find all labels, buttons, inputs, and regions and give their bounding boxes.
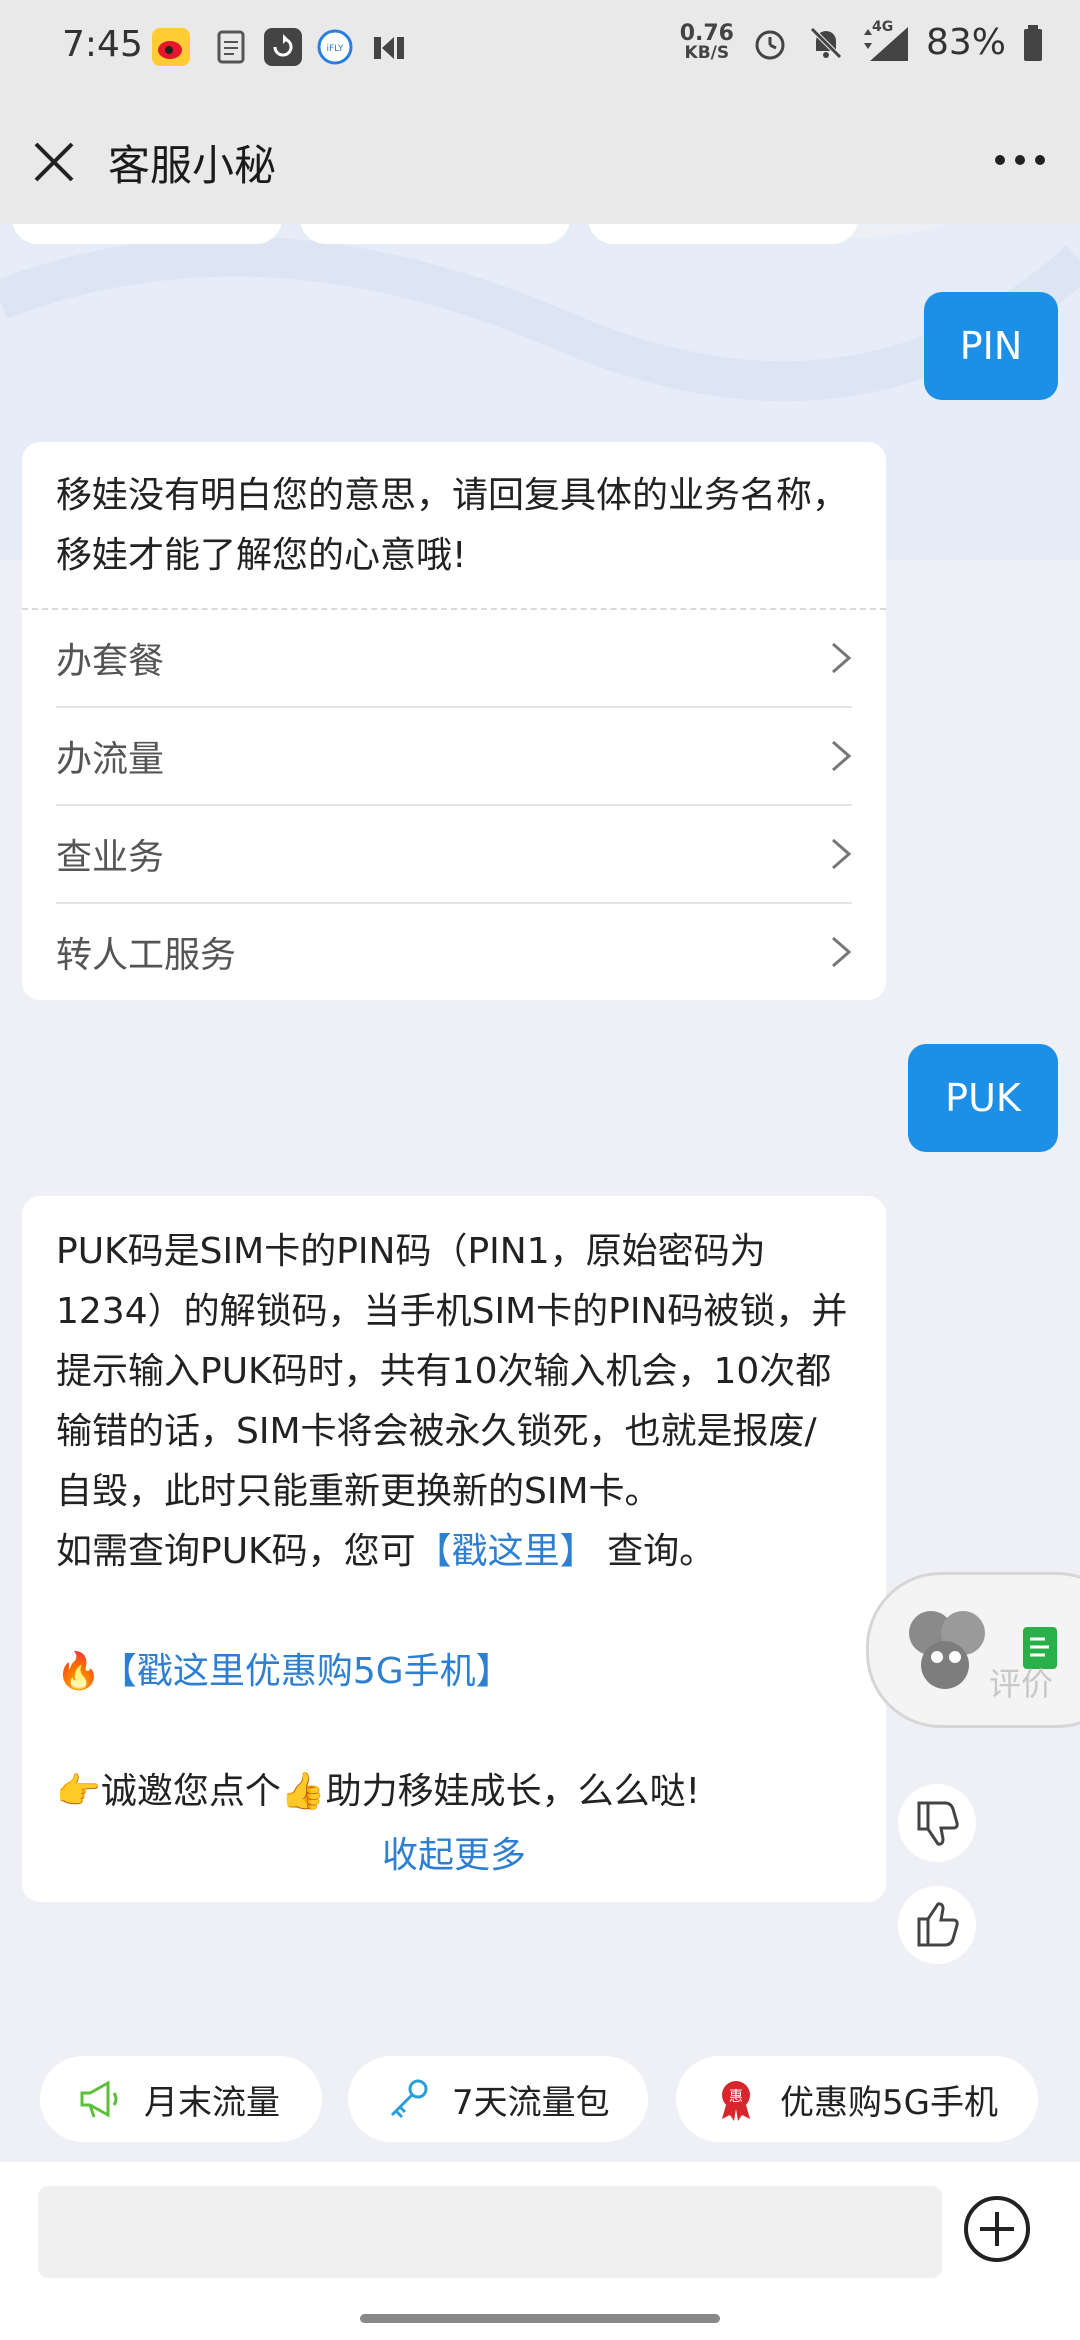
thumbs-down-icon [917,1801,959,1846]
media-app-icon [370,28,408,66]
bot-message-card: 移娃没有明白您的意思，请回复具体的业务名称，移娃才能了解您的心意哦! 办套餐 办… [22,442,886,1000]
network-speed: 0.76 KB/S [679,21,734,63]
discount-badge-icon: 惠 [722,2081,750,2121]
key-icon [390,2079,428,2119]
message-input[interactable] [38,2186,942,2278]
shortcut-label: 月末流量 [144,2082,280,2123]
title-bar: 客服小秘 [0,100,1080,224]
pointing-hand-icon: 👉 [56,1771,101,1812]
shortcut-chip[interactable]: 惠 优惠购5G手机 [676,2056,1038,2142]
add-plus-icon[interactable] [962,2194,1032,2264]
invite-line: 👉诚邀您点个👍助力移娃成长，么么哒! [56,1771,701,1812]
quick-option-list: 办套餐 办流量 查业务 转人工服务 [22,608,886,1000]
chevron-right-icon [832,936,852,968]
bot-message-body: PUK码是SIM卡的PIN码（PIN1，原始密码为1234）的解锁码，当手机SI… [22,1196,886,1822]
thumbs-up-button[interactable] [898,1886,976,1964]
promo-link[interactable]: 【戳这里优惠购5G手机】 [101,1651,512,1692]
option-label: 办套餐 [56,641,165,682]
shortcut-chip[interactable]: 月末流量 [40,2056,322,2142]
user-message: PIN [924,292,1058,400]
option-item[interactable]: 转人工服务 [56,904,852,1000]
option-label: 查业务 [56,837,165,878]
svg-text:iFLY: iFLY [327,44,344,54]
query-link[interactable]: 【戳这里】 [416,1531,596,1572]
input-bar [0,2162,1080,2340]
option-item[interactable]: 查业务 [56,806,852,904]
bot-paragraph: PUK码是SIM卡的PIN码（PIN1，原始密码为1234）的解锁码，当手机SI… [56,1231,848,1512]
option-label: 转人工服务 [56,935,237,976]
alarm-icon [755,30,785,59]
svg-text:惠: 惠 [729,2089,743,2105]
document-icon [212,28,250,66]
option-item[interactable]: 办套餐 [56,610,852,708]
quick-reply-pill[interactable] [12,224,282,244]
ifly-app-icon: iFLY [316,28,354,66]
page-title: 客服小秘 [108,141,277,190]
more-options-icon[interactable] [990,136,1050,184]
status-time: 7:45 [62,24,143,65]
bot-message-text: 移娃没有明白您的意思，请回复具体的业务名称，移娃才能了解您的心意哦! [56,475,849,576]
megaphone-icon [80,2080,118,2118]
chat-area[interactable]: PIN 移娃没有明白您的意思，请回复具体的业务名称，移娃才能了解您的心意哦! 办… [0,224,1080,2044]
floating-rating-widget[interactable]: 评价 [866,1572,1080,1728]
quick-reply-pill[interactable] [588,224,858,244]
battery-icon [1024,24,1042,61]
shortcut-chip[interactable]: 7天流量包 [348,2056,648,2142]
bot-message-card: PUK码是SIM卡的PIN码（PIN1，原始密码为1234）的解锁码，当手机SI… [22,1196,886,1902]
option-label: 办流量 [56,739,165,780]
bell-muted-icon [810,26,842,59]
collapse-more-button[interactable]: 收起更多 [22,1826,886,1878]
rating-label: 评价 [989,1665,1054,1703]
fire-emoji-icon: 🔥 [56,1651,101,1692]
thumbs-up-emoji-icon: 👍 [280,1771,326,1812]
promo-line: 🔥【戳这里优惠购5G手机】 [56,1642,852,1702]
user-message: PUK [908,1044,1058,1152]
bot-query-line: 如需查询PUK码，您可【戳这里】 查询。 [56,1531,716,1572]
thumbs-down-button[interactable] [898,1784,976,1862]
weibo-app-icon [152,28,190,66]
quick-reply-pill[interactable] [300,224,570,244]
shortcut-label: 7天流量包 [452,2082,610,2123]
chevron-right-icon [832,838,852,870]
signal-icon: 4G [862,19,910,63]
shortcut-bar: 月末流量 7天流量包 惠 优惠购5G手机 [0,2044,1080,2162]
status-right-group: 0.76 KB/S 4G 83% [679,19,1044,63]
battery-percent: 83% [925,22,1006,63]
status-bar: 7:45 iFLY 0.76 KB/S 4G 83% [0,0,1080,100]
option-item[interactable]: 办流量 [56,708,852,806]
chevron-right-icon [832,740,852,772]
shortcut-label: 优惠购5G手机 [780,2082,998,2123]
mascot-avatar-icon [909,1611,985,1689]
thumbs-up-icon [917,1902,959,1947]
sync-app-icon [264,28,302,66]
home-indicator[interactable] [360,2314,720,2323]
chevron-right-icon [832,642,852,674]
close-icon[interactable] [30,138,78,186]
